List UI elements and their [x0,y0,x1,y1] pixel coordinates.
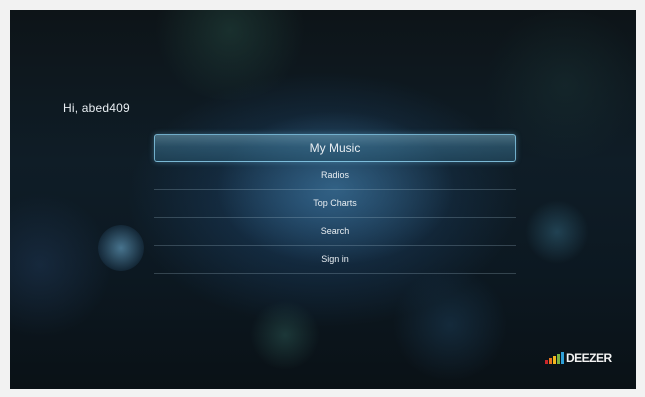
deezer-app-screen: Hi, abed409 My Music Radios Top Charts S… [10,10,636,389]
menu-item-sign-in[interactable]: Sign in [154,246,516,274]
background-bokeh [98,225,144,271]
user-greeting: Hi, abed409 [63,101,130,115]
deezer-logo-text: DEEZER [566,351,612,365]
background-bokeh [525,200,589,264]
menu-item-radios[interactable]: Radios [154,162,516,190]
background-bokeh [250,300,320,370]
equalizer-icon [545,352,564,364]
background-bokeh [150,10,310,100]
equalizer-bar [561,352,564,364]
menu-item-search[interactable]: Search [154,218,516,246]
menu-item-top-charts[interactable]: Top Charts [154,190,516,218]
equalizer-bar [545,360,548,364]
deezer-logo: DEEZER [545,350,612,364]
background-bokeh [390,270,510,380]
background-bokeh [10,190,110,340]
equalizer-bar [557,354,560,364]
main-menu: My Music Radios Top Charts Search Sign i… [154,134,516,274]
menu-item-my-music[interactable]: My Music [154,134,516,162]
equalizer-bar [549,358,552,364]
equalizer-bar [553,356,556,364]
